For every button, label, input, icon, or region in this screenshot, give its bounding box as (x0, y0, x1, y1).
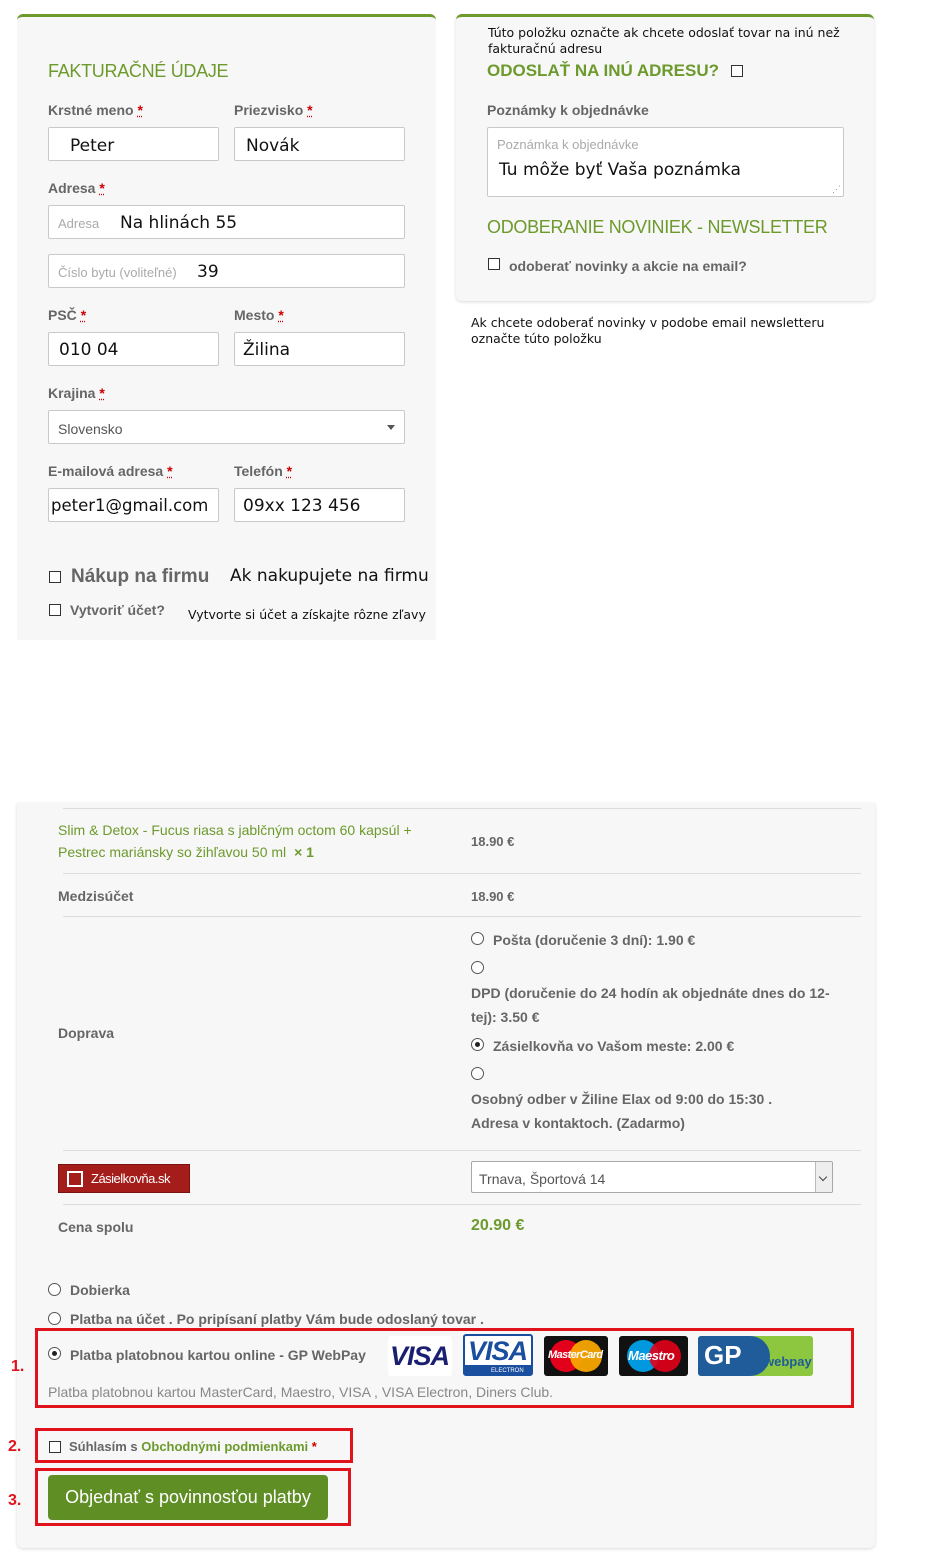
ship-other-checkbox[interactable] (731, 65, 743, 77)
shipping-option-posta: Pošta (doručenie 3 dní): 1.90 € (493, 932, 696, 948)
total-label: Cena spolu (58, 1219, 134, 1235)
apartment-placeholder: Číslo bytu (voliteľné) (58, 265, 177, 280)
phone-value: 09xx 123 456 (243, 496, 361, 516)
divider (63, 1150, 861, 1151)
phone-input[interactable]: 09xx 123 456 (234, 488, 405, 522)
shipping-radio-dpd[interactable] (471, 961, 484, 974)
apartment-input[interactable]: Číslo bytu (voliteľné) 39 (48, 254, 405, 288)
annotation-step-1: 1. (11, 1358, 25, 1375)
address-input[interactable]: Adresa Na hlinách 55 (48, 205, 405, 239)
pickup-point-value: Trnava, Športová 14 (479, 1171, 606, 1187)
payment-radio-dobierka[interactable] (48, 1283, 61, 1296)
shipping-panel: Túto položku označte ak chcete odoslať t… (456, 14, 874, 301)
product-row: Slim & Detox - Fucus riasa s jablčným oc… (58, 819, 428, 863)
email-label: E-mailová adresa * (48, 463, 173, 479)
country-select[interactable]: Slovensko (48, 410, 405, 444)
divider (63, 873, 861, 874)
subtotal-label: Medzisúčet (58, 888, 134, 904)
email-value: peter1@gmail.com (51, 496, 209, 515)
annotation-box-submit (35, 1468, 351, 1526)
payment-option-dobierka: Dobierka (70, 1282, 130, 1298)
product-name-link[interactable]: Slim & Detox - Fucus riasa s jablčným oc… (58, 822, 412, 860)
city-input[interactable]: Žilina (234, 332, 405, 366)
ship-other-label: ODOSLAŤ NA INÚ ADRESU? (487, 61, 720, 80)
company-checkbox[interactable] (49, 571, 61, 583)
order-notes-label: Poznámky k objednávke (487, 102, 649, 118)
create-account-note: Vytvorte si účet a získajte rôzne zľavy (188, 607, 426, 622)
zip-input[interactable]: 010 04 (48, 332, 219, 366)
address-placeholder: Adresa (58, 216, 100, 231)
city-label: Mesto * (234, 307, 284, 323)
annotation-box-terms (35, 1428, 353, 1463)
shipping-radio-zasielkovna[interactable] (471, 1038, 484, 1051)
address-value: Na hlinách 55 (120, 213, 238, 233)
chevron-down-icon[interactable] (815, 1162, 832, 1192)
package-icon (67, 1171, 83, 1187)
resize-grip-icon[interactable]: ⋰ (832, 185, 841, 194)
divider (63, 808, 861, 809)
country-value: Slovensko (58, 421, 123, 437)
newsletter-heading: ODOBERANIE NOVINIEK - NEWSLETTER (487, 217, 828, 237)
zip-label: PSČ * (48, 307, 87, 323)
last-name-label: Priezvisko * (234, 102, 313, 118)
product-price: 18.90 € (471, 834, 515, 849)
billing-heading: FAKTURAČNÉ ÚDAJE (48, 61, 229, 81)
phone-label: Telefón * (234, 463, 293, 479)
address-label: Adresa * (48, 180, 105, 196)
divider (63, 916, 861, 917)
first-name-label: Krstné meno * (48, 102, 143, 118)
newsletter-label: odoberať novinky a akcie na email? (509, 258, 747, 274)
last-name-input[interactable]: Novák (234, 127, 405, 161)
order-notes-textarea[interactable]: Poznámka k objednávke Tu môže byť Vaša p… (487, 127, 844, 197)
country-label: Krajina * (48, 385, 105, 401)
apartment-value: 39 (197, 262, 219, 282)
company-label: Nákup na firmu (71, 566, 210, 587)
shipping-option-zasielkovna: Zásielkovňa vo Vašom meste: 2.00 € (493, 1038, 735, 1054)
newsletter-checkbox[interactable] (488, 258, 500, 270)
annotation-step-3: 3. (8, 1492, 22, 1509)
zip-value: 010 04 (59, 340, 119, 360)
city-value: Žilina (243, 340, 291, 360)
annotation-box-payment (35, 1328, 854, 1408)
email-input[interactable]: peter1@gmail.com (48, 488, 219, 522)
shipping-option-dpd: DPD (doručenie do 24 hodín ak objednáte … (471, 985, 830, 1025)
order-notes-placeholder: Poznámka k objednávke (497, 137, 639, 152)
annotation-step-2: 2. (8, 1438, 22, 1455)
first-name-input[interactable]: Peter (48, 127, 219, 161)
payment-option-ucet: Platba na účet . Po pripísaní platby Vám… (70, 1311, 484, 1327)
payment-radio-ucet[interactable] (48, 1312, 61, 1325)
first-name-value: Peter (70, 136, 115, 156)
ship-other-note: Túto položku označte ak chcete odoslať t… (488, 25, 840, 56)
create-account-checkbox[interactable] (49, 604, 61, 616)
shipping-label: Doprava (58, 1025, 115, 1041)
last-name-value: Novák (246, 136, 300, 156)
zasielkovna-logo: Zásielkovňa.sk (58, 1164, 190, 1193)
divider (63, 1204, 861, 1205)
total-value: 20.90 € (471, 1217, 525, 1234)
order-notes-value: Tu môže byť Vaša poznámka (499, 160, 741, 180)
chevron-down-icon (387, 425, 395, 430)
create-account-label: Vytvoriť účet? (70, 602, 165, 618)
subtotal-value: 18.90 € (471, 889, 515, 904)
product-qty: × 1 (294, 844, 314, 860)
shipping-option-osobny-odber: Osobný odber v Žiline Elax od 9:00 do 15… (471, 1091, 773, 1131)
newsletter-note: Ak chcete odoberať novinky v podobe emai… (471, 315, 825, 346)
company-note: Ak nakupujete na firmu (230, 566, 429, 586)
pickup-point-select[interactable]: Trnava, Športová 14 (471, 1161, 833, 1193)
shipping-radio-posta[interactable] (471, 932, 484, 945)
billing-panel: FAKTURAČNÉ ÚDAJE Krstné meno * Priezvisk… (17, 14, 436, 640)
shipping-radio-osobny-odber[interactable] (471, 1067, 484, 1080)
